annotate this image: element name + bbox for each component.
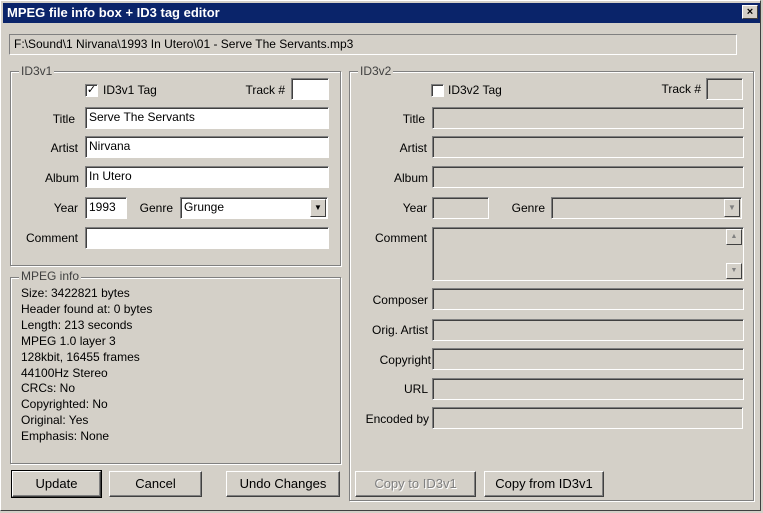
id3v1-genre-label: Genre bbox=[139, 201, 173, 215]
window-title: MPEG file info box + ID3 tag editor bbox=[7, 5, 220, 20]
id3v2-genre-select[interactable]: ▼ bbox=[551, 197, 742, 219]
file-path-field: F:\Sound\1 Nirvana\1993 In Utero\01 - Se… bbox=[9, 34, 737, 55]
id3v2-composer-label: Composer bbox=[372, 293, 428, 307]
id3v2-artist-label: Artist bbox=[399, 141, 427, 155]
id3v2-title-label: Title bbox=[402, 112, 425, 126]
id3v1-track-input[interactable] bbox=[291, 78, 329, 100]
mpeg-info-line: 44100Hz Stereo bbox=[21, 366, 108, 380]
undo-changes-button[interactable]: Undo Changes bbox=[226, 471, 340, 497]
id3v1-album-label: Album bbox=[44, 171, 79, 185]
mpeg-info-line: CRCs: No bbox=[21, 381, 76, 395]
id3v1-year-label: Year bbox=[53, 201, 78, 215]
id3v2-comment-label: Comment bbox=[374, 231, 427, 245]
id3v1-tag-checkbox[interactable]: ✓ bbox=[85, 84, 98, 97]
mpeg-info-line: Size: 3422821 bytes bbox=[21, 286, 130, 300]
id3v2-title-input[interactable] bbox=[432, 107, 744, 129]
id3v2-encoded-by-label: Encoded by bbox=[365, 412, 429, 426]
mpeg-info-line: MPEG 1.0 layer 3 bbox=[21, 334, 116, 348]
id3v1-comment-label: Comment bbox=[25, 231, 78, 245]
id3v2-track-label: Track # bbox=[661, 82, 701, 96]
id3v2-year-input[interactable] bbox=[432, 197, 489, 219]
id3v2-encoded-by-input[interactable] bbox=[432, 407, 743, 429]
comment-scrollbar[interactable]: ▲ ▼ bbox=[726, 229, 742, 279]
cancel-button[interactable]: Cancel bbox=[109, 471, 202, 497]
title-bar: MPEG file info box + ID3 tag editor × bbox=[3, 3, 760, 23]
chevron-down-icon[interactable]: ▼ bbox=[724, 199, 740, 217]
id3v2-album-input[interactable] bbox=[432, 166, 744, 188]
id3v1-artist-label: Artist bbox=[50, 141, 78, 155]
update-button[interactable]: Update bbox=[11, 470, 102, 498]
mpeg-info-line: Header found at: 0 bytes bbox=[21, 302, 153, 316]
id3v2-group-label: ID3v2 bbox=[358, 64, 394, 78]
id3v1-genre-select[interactable]: Grunge ▼ bbox=[180, 197, 328, 219]
id3v1-title-input[interactable]: Serve The Servants bbox=[85, 107, 329, 129]
id3v1-comment-input[interactable] bbox=[85, 227, 329, 249]
scroll-down-icon[interactable]: ▼ bbox=[726, 263, 742, 279]
id3v1-artist-input[interactable]: Nirvana bbox=[85, 136, 329, 158]
id3v2-artist-input[interactable] bbox=[432, 136, 744, 158]
id3v1-title-label: Title bbox=[52, 112, 75, 126]
id3v1-track-label: Track # bbox=[245, 83, 285, 97]
id3v1-tag-checkbox-label[interactable]: ID3v1 Tag bbox=[103, 83, 157, 97]
id3v2-url-label: URL bbox=[403, 382, 428, 396]
id3v2-year-label: Year bbox=[402, 201, 427, 215]
id3v2-orig-artist-label: Orig. Artist bbox=[371, 323, 428, 337]
id3v2-album-label: Album bbox=[393, 171, 428, 185]
copy-to-id3v1-button[interactable]: Copy to ID3v1 bbox=[355, 471, 476, 497]
id3v2-copyright-input[interactable] bbox=[432, 348, 744, 370]
id3v2-track-input[interactable] bbox=[706, 78, 743, 100]
dialog-window: MPEG file info box + ID3 tag editor × F:… bbox=[0, 0, 761, 511]
close-button[interactable]: × bbox=[742, 5, 758, 19]
id3v2-composer-input[interactable] bbox=[432, 288, 744, 310]
id3v2-copyright-label: Copyright bbox=[379, 353, 431, 367]
id3v2-tag-checkbox[interactable] bbox=[431, 84, 444, 97]
id3v2-url-input[interactable] bbox=[432, 378, 744, 400]
mpeg-info-line: Original: Yes bbox=[21, 413, 89, 427]
id3v2-comment-input[interactable]: ▲ ▼ bbox=[432, 227, 744, 281]
mpeg-info-line: Length: 213 seconds bbox=[21, 318, 133, 332]
id3v1-genre-value: Grunge bbox=[184, 200, 225, 214]
chevron-down-icon[interactable]: ▼ bbox=[310, 199, 326, 217]
id3v2-tag-checkbox-label[interactable]: ID3v2 Tag bbox=[448, 83, 502, 97]
mpeg-info-line: Emphasis: None bbox=[21, 429, 110, 443]
id3v1-album-input[interactable]: In Utero bbox=[85, 166, 329, 188]
mpeg-info-line: 128kbit, 16455 frames bbox=[21, 350, 140, 364]
copy-from-id3v1-button[interactable]: Copy from ID3v1 bbox=[484, 471, 604, 497]
id3v1-year-input[interactable]: 1993 bbox=[85, 197, 127, 219]
mpeg-info-group-label: MPEG info bbox=[19, 269, 82, 283]
mpeg-info-line: Copyrighted: No bbox=[21, 397, 108, 411]
id3v2-orig-artist-input[interactable] bbox=[432, 319, 744, 341]
id3v2-genre-label: Genre bbox=[511, 201, 545, 215]
id3v1-group-label: ID3v1 bbox=[19, 64, 55, 78]
scroll-up-icon[interactable]: ▲ bbox=[726, 229, 742, 245]
